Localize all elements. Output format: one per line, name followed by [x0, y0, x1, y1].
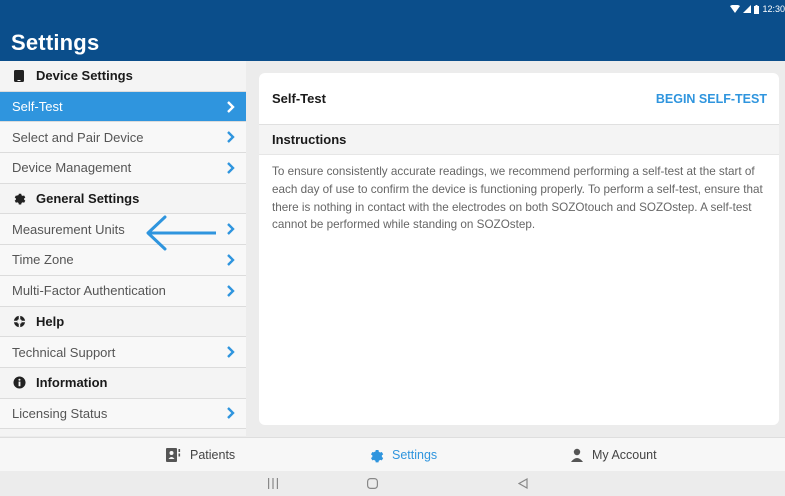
- chevron-right-icon: [227, 284, 235, 297]
- gear-icon: [370, 449, 384, 462]
- section-device-settings: Device Settings: [0, 61, 246, 92]
- home-icon: [366, 478, 378, 489]
- panel-title: Self-Test: [272, 91, 326, 106]
- chevron-right-icon: [227, 254, 235, 266]
- chevron-right-icon: [227, 162, 235, 174]
- battery-icon: [754, 4, 760, 14]
- sidebar-item-label: Select and Pair Device: [12, 129, 144, 145]
- person-icon: [571, 448, 583, 462]
- tab-my-account[interactable]: My Account: [570, 438, 657, 472]
- sidebar-item-label: Time Zone: [12, 252, 74, 268]
- section-general-settings: General Settings: [0, 183, 246, 215]
- tab-label: Patients: [190, 448, 236, 462]
- instructions-text: To ensure consistently accurate readings…: [272, 165, 763, 232]
- tablet-icon: [12, 69, 26, 83]
- section-label: Device Settings: [36, 68, 133, 84]
- begin-self-test-button[interactable]: BEGIN SELF-TEST: [656, 92, 767, 106]
- sidebar-item-label: Measurement Units: [12, 221, 125, 237]
- section-help: Help: [0, 306, 246, 338]
- page-title: Settings: [11, 30, 100, 55]
- sidebar-item-label: Self-Test: [12, 99, 63, 115]
- recent-apps-icon: [268, 478, 278, 489]
- sidebar-item-label: Device Management: [12, 160, 132, 176]
- sidebar-item-label: Technical Support: [12, 344, 116, 360]
- section-information: Information: [0, 367, 246, 399]
- system-nav-bar: [0, 471, 785, 496]
- chevron-right-icon: [227, 100, 235, 113]
- gear-icon: [12, 192, 26, 206]
- signal-icon: [743, 5, 752, 13]
- sidebar-item-label: Licensing Status: [12, 405, 108, 421]
- patients-icon: [166, 448, 181, 462]
- sidebar-item-device-management[interactable]: Device Management: [0, 153, 246, 184]
- status-time: 12:30: [762, 4, 785, 14]
- app-header: 12:30 Settings: [0, 0, 785, 61]
- chevron-right-icon: [227, 131, 235, 144]
- tab-label: My Account: [592, 448, 657, 462]
- self-test-panel: Self-Test BEGIN SELF-TEST Instructions T…: [259, 73, 779, 425]
- settings-sidebar: Device Settings Self-Test Select and Pai…: [0, 61, 246, 436]
- tab-label: Settings: [392, 448, 438, 462]
- sidebar-item-time-zone[interactable]: Time Zone: [0, 245, 246, 276]
- bottom-tab-bar: Patients Settings My Account: [0, 437, 785, 471]
- tab-settings[interactable]: Settings: [369, 438, 437, 472]
- chevron-right-icon: [227, 223, 235, 236]
- instructions-heading: Instructions: [259, 125, 779, 155]
- sidebar-item-multi-factor-auth[interactable]: Multi-Factor Authentication: [0, 275, 246, 307]
- recent-apps-button[interactable]: [266, 476, 280, 491]
- panel-header: Self-Test BEGIN SELF-TEST: [259, 73, 779, 125]
- sidebar-item-self-test[interactable]: Self-Test: [0, 91, 246, 123]
- back-button[interactable]: [515, 476, 531, 491]
- status-bar: 12:30: [730, 2, 785, 16]
- info-icon: [12, 376, 26, 390]
- section-label: Help: [36, 313, 65, 329]
- sidebar-item-measurement-units[interactable]: Measurement Units: [0, 214, 246, 246]
- lifebuoy-icon: [12, 314, 26, 328]
- back-icon: [518, 478, 528, 489]
- tab-patients[interactable]: Patients: [166, 438, 235, 472]
- home-button[interactable]: [364, 476, 380, 491]
- chevron-right-icon: [227, 346, 235, 358]
- sidebar-item-licensing-status[interactable]: Licensing Status: [0, 398, 246, 430]
- wifi-icon: [730, 5, 741, 13]
- section-label: Information: [36, 375, 108, 391]
- sidebar-item-technical-support[interactable]: Technical Support: [0, 337, 246, 368]
- section-label: General Settings: [36, 191, 140, 207]
- sidebar-item-select-pair-device[interactable]: Select and Pair Device: [0, 122, 246, 154]
- chevron-right-icon: [227, 407, 235, 420]
- sidebar-item-label: Multi-Factor Authentication: [12, 283, 166, 299]
